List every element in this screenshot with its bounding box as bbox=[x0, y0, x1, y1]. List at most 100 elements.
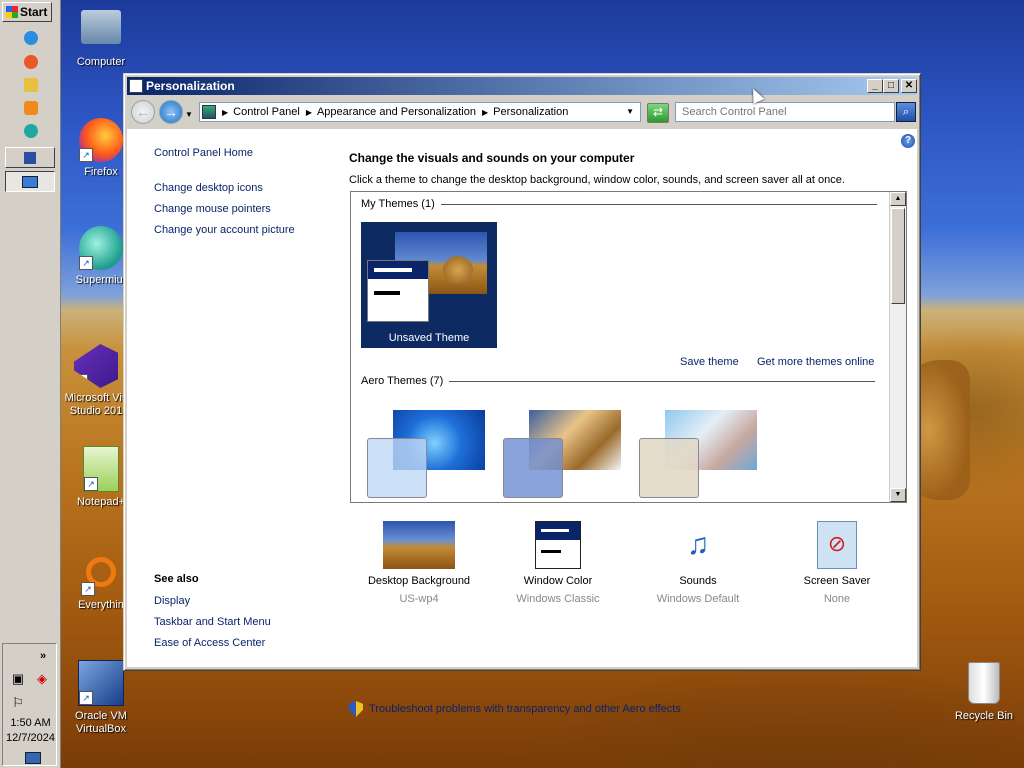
breadcrumb-label: Control Panel bbox=[233, 106, 300, 118]
clock-date[interactable]: 12/7/2024 bbox=[3, 732, 58, 744]
system-tray: » ▣ ◈ ⚐ 1:50 AM 12/7/2024 bbox=[2, 643, 57, 766]
breadcrumb-control-panel[interactable]: ▶ Control Panel bbox=[222, 106, 300, 118]
desktop-icon-label: Oracle VM VirtualBox bbox=[75, 710, 127, 735]
aero-theme-windows7[interactable] bbox=[363, 404, 487, 500]
start-button[interactable]: Start bbox=[2, 2, 52, 22]
quicklaunch-firefox[interactable] bbox=[22, 53, 40, 71]
option-name: Screen Saver bbox=[803, 575, 871, 587]
desktop-icon-visual-studio[interactable]: ↗ Microsoft Vis Studio 201 bbox=[60, 344, 132, 418]
content-area: ? Control Panel Home Change desktop icon… bbox=[127, 129, 917, 717]
close-button[interactable]: ✕ bbox=[901, 79, 917, 93]
option-value: Windows Default bbox=[656, 593, 740, 605]
shield-icon bbox=[349, 701, 363, 717]
clock-time[interactable]: 1:50 AM bbox=[3, 717, 58, 729]
desktop-icon-virtualbox[interactable]: ↗ Oracle VM VirtualBox bbox=[69, 660, 133, 736]
glass-color-preview bbox=[503, 438, 563, 498]
control-panel-icon bbox=[202, 105, 216, 119]
quicklaunch-ie[interactable] bbox=[22, 29, 40, 47]
hay-bale-preview bbox=[443, 256, 473, 284]
sounds-icon: ♫ bbox=[686, 528, 710, 561]
option-value: None bbox=[823, 593, 851, 605]
shortcut-arrow-icon: ↗ bbox=[79, 148, 93, 162]
screen-saver-option[interactable]: ⊘ Screen Saver None bbox=[777, 521, 897, 605]
change-account-picture-link[interactable]: Change your account picture bbox=[154, 224, 295, 236]
option-name: Desktop Background bbox=[367, 575, 471, 587]
section-divider bbox=[440, 203, 877, 205]
quicklaunch-media-player[interactable] bbox=[22, 99, 40, 117]
unsaved-theme-tile[interactable]: Unsaved Theme bbox=[361, 222, 497, 348]
minimize-button[interactable]: _ bbox=[867, 79, 883, 93]
page-title: Change the visuals and sounds on your co… bbox=[349, 151, 635, 165]
option-name: Sounds bbox=[679, 575, 717, 587]
troubleshoot-link-label: Troubleshoot problems with transparency … bbox=[369, 703, 681, 715]
show-hidden-icons-chevron-icon[interactable]: » bbox=[40, 650, 46, 662]
desktop-icon-label: Computer bbox=[76, 56, 126, 68]
breadcrumb-personalization[interactable]: ▶ Personalization bbox=[482, 106, 568, 118]
scroll-up-icon[interactable]: ▲ bbox=[890, 192, 906, 206]
shortcut-arrow-icon: ↗ bbox=[81, 582, 95, 596]
aero-themes-header: Aero Themes (7) bbox=[361, 375, 444, 387]
title-bar[interactable]: Personalization _ □ ✕ bbox=[127, 77, 917, 95]
glass-color-preview bbox=[639, 438, 699, 498]
aero-theme-architecture[interactable] bbox=[499, 404, 623, 500]
forward-button[interactable]: → bbox=[159, 100, 183, 124]
change-mouse-pointers-link[interactable]: Change mouse pointers bbox=[154, 203, 271, 215]
quicklaunch-supermium[interactable] bbox=[22, 122, 40, 140]
chevron-right-icon: ▶ bbox=[305, 107, 312, 117]
breadcrumb-appearance[interactable]: ▶ Appearance and Personalization bbox=[306, 106, 476, 118]
option-value: US-wp4 bbox=[399, 593, 439, 605]
search-input[interactable] bbox=[675, 102, 895, 122]
see-also-taskbar-link[interactable]: Taskbar and Start Menu bbox=[154, 616, 271, 628]
scroll-down-icon[interactable]: ▼ bbox=[890, 488, 906, 502]
see-also-ease-of-access-link[interactable]: Ease of Access Center bbox=[154, 637, 265, 649]
desktop-background-option[interactable]: Desktop Background US-wp4 bbox=[359, 521, 479, 605]
desktop-background-icon bbox=[383, 521, 455, 569]
get-more-themes-link[interactable]: Get more themes online bbox=[757, 356, 874, 368]
desktop-icon-computer[interactable]: Computer bbox=[69, 10, 133, 68]
volume-muted-icon[interactable]: ◈ bbox=[35, 672, 49, 686]
personalization-window: Personalization _ □ ✕ ← → ▼ ▶ Control Pan… bbox=[123, 73, 921, 717]
see-also-heading: See also bbox=[154, 573, 199, 585]
aero-theme-characters[interactable] bbox=[635, 404, 759, 500]
chevron-right-icon: ▶ bbox=[481, 107, 489, 117]
start-button-label: Start bbox=[20, 5, 48, 19]
back-arrow-icon: ← bbox=[136, 104, 150, 120]
address-dropdown-icon[interactable]: ▼ bbox=[626, 107, 634, 116]
change-desktop-icons-link[interactable]: Change desktop icons bbox=[154, 182, 263, 194]
taskbar: Start » ▣ ◈ ⚐ 1:50 AM 12/7/2024 bbox=[0, 0, 61, 768]
address-bar[interactable]: ▶ Control Panel ▶ Appearance and Personali… bbox=[199, 102, 641, 122]
desktop-icon-recycle-bin[interactable]: Recycle Bin bbox=[952, 662, 1016, 722]
folder-icon bbox=[24, 78, 38, 92]
recent-pages-dropdown-icon[interactable]: ▼ bbox=[185, 110, 193, 119]
network-icon[interactable]: ▣ bbox=[11, 672, 25, 686]
theme-gallery-scrollbar[interactable]: ▲ ▼ bbox=[889, 192, 906, 502]
refresh-icon: ⇄ bbox=[652, 105, 664, 119]
supermium-icon bbox=[24, 124, 38, 138]
supermium-icon: ↗ bbox=[79, 226, 123, 270]
task-button-virtualbox[interactable] bbox=[5, 147, 55, 168]
action-center-flag-icon[interactable]: ⚐ bbox=[11, 696, 25, 710]
show-desktop-icon[interactable] bbox=[25, 752, 41, 764]
window-app-icon[interactable] bbox=[129, 79, 143, 93]
search-button[interactable]: ⌕ bbox=[896, 102, 916, 122]
help-icon[interactable]: ? bbox=[901, 134, 915, 148]
media-player-icon bbox=[24, 101, 38, 115]
maximize-button[interactable]: □ bbox=[883, 79, 899, 93]
troubleshoot-transparency-link[interactable]: Troubleshoot problems with transparency … bbox=[349, 701, 681, 717]
task-button-personalization[interactable] bbox=[5, 171, 55, 192]
scroll-thumb[interactable] bbox=[891, 208, 905, 304]
window-color-option[interactable]: Window Color Windows Classic bbox=[498, 521, 618, 605]
window-title: Personalization bbox=[146, 79, 235, 93]
refresh-button[interactable]: ⇄ bbox=[647, 103, 669, 123]
sounds-option[interactable]: ♫ Sounds Windows Default bbox=[638, 521, 758, 605]
save-theme-link[interactable]: Save theme bbox=[680, 356, 739, 368]
control-panel-home-link[interactable]: Control Panel Home bbox=[154, 147, 253, 159]
virtualbox-icon bbox=[24, 151, 36, 164]
virtualbox-icon: ↗ bbox=[78, 660, 124, 706]
glass-color-preview bbox=[367, 438, 427, 498]
see-also-display-link[interactable]: Display bbox=[154, 595, 190, 607]
back-button[interactable]: ← bbox=[131, 100, 155, 124]
quicklaunch-folder[interactable] bbox=[22, 76, 40, 94]
shortcut-arrow-icon: ↗ bbox=[84, 477, 98, 491]
option-name: Window Color bbox=[523, 575, 593, 587]
